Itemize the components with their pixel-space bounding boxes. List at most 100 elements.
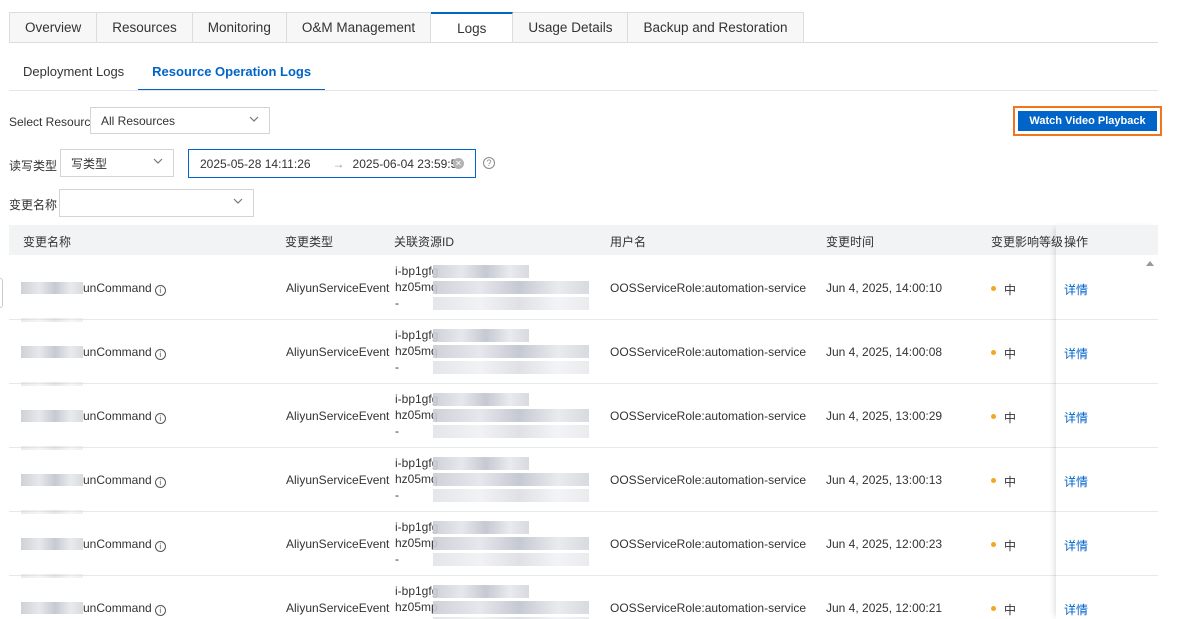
level-dot-icon bbox=[991, 350, 996, 355]
watch-video-highlight: Watch Video Playback bbox=[1013, 106, 1162, 136]
level-dot-icon bbox=[991, 286, 996, 291]
change-type-cell: AliyunServiceEvent bbox=[286, 537, 390, 551]
side-collapse-handle[interactable] bbox=[0, 278, 3, 308]
tab-usage-details[interactable]: Usage Details bbox=[513, 12, 629, 43]
resource-id-cell: i-bp1gfg hz05mq - bbox=[395, 263, 438, 311]
col-change-time: 变更时间 bbox=[826, 235, 875, 249]
clear-icon[interactable]: ✕ bbox=[453, 158, 464, 169]
details-link[interactable]: 详情 bbox=[1064, 281, 1088, 298]
resource-id-line: hz05mp bbox=[395, 600, 438, 614]
change-name-cell: unCommand i bbox=[83, 537, 166, 552]
details-link[interactable]: 详情 bbox=[1064, 601, 1088, 618]
redacted-resource-id bbox=[433, 409, 589, 422]
rw-type-select[interactable]: 写类型 bbox=[60, 149, 174, 177]
redacted-resource-id bbox=[433, 489, 589, 502]
resource-select[interactable]: All Resources bbox=[90, 107, 270, 134]
change-name-cell: unCommand i bbox=[83, 345, 166, 360]
info-icon[interactable]: i bbox=[154, 541, 166, 552]
change-name-text: unCommand bbox=[83, 409, 152, 423]
change-time-cell: Jun 4, 2025, 13:00:29 bbox=[826, 409, 943, 423]
subtab-deployment-logs[interactable]: Deployment Logs bbox=[9, 62, 138, 91]
change-time-cell: Jun 4, 2025, 14:00:10 bbox=[826, 281, 943, 295]
redacted-name bbox=[21, 538, 83, 550]
table-header: 变更名称 变更类型 关联资源ID 用户名 变更时间 变更影响等级 操作 bbox=[9, 225, 1158, 255]
col-username: 用户名 bbox=[610, 235, 647, 249]
change-name-cell: unCommand i bbox=[83, 409, 166, 424]
username-cell: OOSServiceRole:automation-service bbox=[610, 409, 807, 423]
change-name-text: unCommand bbox=[83, 601, 152, 615]
redacted-resource-id bbox=[433, 361, 589, 374]
level-dot-icon bbox=[991, 478, 996, 483]
resource-id-cell: i-bp1gfg hz05mq - bbox=[395, 391, 438, 439]
impact-level-cell: 中 bbox=[1004, 475, 1017, 489]
tab-overview[interactable]: Overview bbox=[10, 12, 98, 43]
details-link[interactable]: 详情 bbox=[1064, 537, 1088, 554]
resource-id-line: i-bp1gfg bbox=[395, 264, 439, 278]
redacted-name bbox=[21, 410, 83, 422]
resource-select-value: All Resources bbox=[101, 113, 176, 128]
resource-id-line: hz05mq bbox=[395, 280, 438, 294]
change-type-cell: AliyunServiceEvent bbox=[286, 601, 390, 615]
chevron-down-icon bbox=[153, 158, 163, 164]
tabs-divider bbox=[9, 42, 1158, 43]
rw-type-label: 读写类型 bbox=[9, 159, 58, 173]
level-dot-icon bbox=[991, 542, 996, 547]
redacted-name bbox=[21, 346, 83, 358]
chevron-down-icon bbox=[249, 116, 259, 122]
level-dot-icon bbox=[991, 606, 996, 611]
tab-backup-restoration[interactable]: Backup and Restoration bbox=[628, 12, 804, 43]
tab-monitoring[interactable]: Monitoring bbox=[192, 12, 287, 43]
redacted-name bbox=[21, 282, 83, 294]
details-link[interactable]: 详情 bbox=[1064, 345, 1088, 362]
help-icon[interactable]: ? bbox=[483, 157, 495, 169]
col-action: 操作 bbox=[1064, 235, 1089, 249]
resource-id-line: hz05mq bbox=[395, 408, 438, 422]
details-link[interactable]: 详情 bbox=[1064, 409, 1088, 426]
redacted-name bbox=[21, 474, 83, 486]
sub-tabs: Deployment Logs Resource Operation Logs bbox=[9, 62, 326, 91]
tab-logs[interactable]: Logs bbox=[431, 12, 514, 43]
redacted-resource-id bbox=[433, 457, 529, 470]
resource-id-line: hz05mp bbox=[395, 536, 438, 550]
info-icon[interactable]: i bbox=[154, 349, 166, 360]
watch-video-playback-button[interactable]: Watch Video Playback bbox=[1018, 111, 1157, 131]
tab-resources[interactable]: Resources bbox=[97, 12, 193, 43]
redacted-resource-id bbox=[433, 425, 589, 438]
scroll-up-icon[interactable] bbox=[1146, 261, 1154, 266]
resource-id-cell: i-bp1gfg hz05mp - bbox=[395, 519, 438, 567]
resource-id-line: i-bp1gfg bbox=[395, 584, 439, 598]
change-time-cell: Jun 4, 2025, 13:00:13 bbox=[826, 473, 943, 487]
rw-type-select-value: 写类型 bbox=[71, 156, 108, 171]
info-icon[interactable]: i bbox=[154, 477, 166, 488]
col-resource-id: 关联资源ID bbox=[394, 235, 455, 249]
info-icon[interactable]: i bbox=[154, 285, 166, 296]
resource-id-line: i-bp1gfg bbox=[395, 328, 439, 342]
impact-level-cell: 中 bbox=[1004, 411, 1017, 425]
resource-id-line: - bbox=[395, 552, 399, 566]
resource-id-line: i-bp1gfg bbox=[395, 392, 439, 406]
table-row: unCommand i AliyunServiceEvent i-bp1gfg hz05… bbox=[9, 384, 1158, 450]
redacted-resource-id bbox=[433, 537, 589, 550]
col-impact-level: 变更影响等级 bbox=[991, 235, 1064, 249]
col-change-name: 变更名称 bbox=[23, 235, 72, 249]
table-row: unCommand i AliyunServiceEvent i-bp1gfg hz05… bbox=[9, 320, 1158, 386]
change-name-cell: unCommand i bbox=[83, 473, 166, 488]
change-type-cell: AliyunServiceEvent bbox=[286, 473, 390, 487]
date-range-picker[interactable]: 2025-05-28 14:11:26 → 2025-06-04 23:59:5… bbox=[188, 149, 476, 178]
redacted-resource-id bbox=[433, 553, 589, 566]
subtab-resource-operation-logs[interactable]: Resource Operation Logs bbox=[138, 62, 326, 91]
redacted-resource-id bbox=[433, 521, 529, 534]
username-cell: OOSServiceRole:automation-service bbox=[610, 473, 807, 487]
details-link[interactable]: 详情 bbox=[1064, 473, 1088, 490]
info-icon[interactable]: i bbox=[154, 413, 166, 424]
info-icon[interactable]: i bbox=[154, 605, 166, 616]
table-row: unCommand i AliyunServiceEvent i-bp1gfg hz05… bbox=[9, 576, 1158, 619]
chevron-down-icon bbox=[233, 198, 243, 204]
username-cell: OOSServiceRole:automation-service bbox=[610, 345, 807, 359]
tab-om-management[interactable]: O&M Management bbox=[286, 12, 432, 43]
resource-id-line: i-bp1gfg bbox=[395, 520, 439, 534]
redacted-name bbox=[21, 602, 83, 614]
date-start: 2025-05-28 14:11:26 bbox=[200, 156, 311, 171]
change-name-select[interactable] bbox=[59, 189, 254, 217]
resource-id-cell: i-bp1gfg hz05mq - bbox=[395, 327, 438, 375]
